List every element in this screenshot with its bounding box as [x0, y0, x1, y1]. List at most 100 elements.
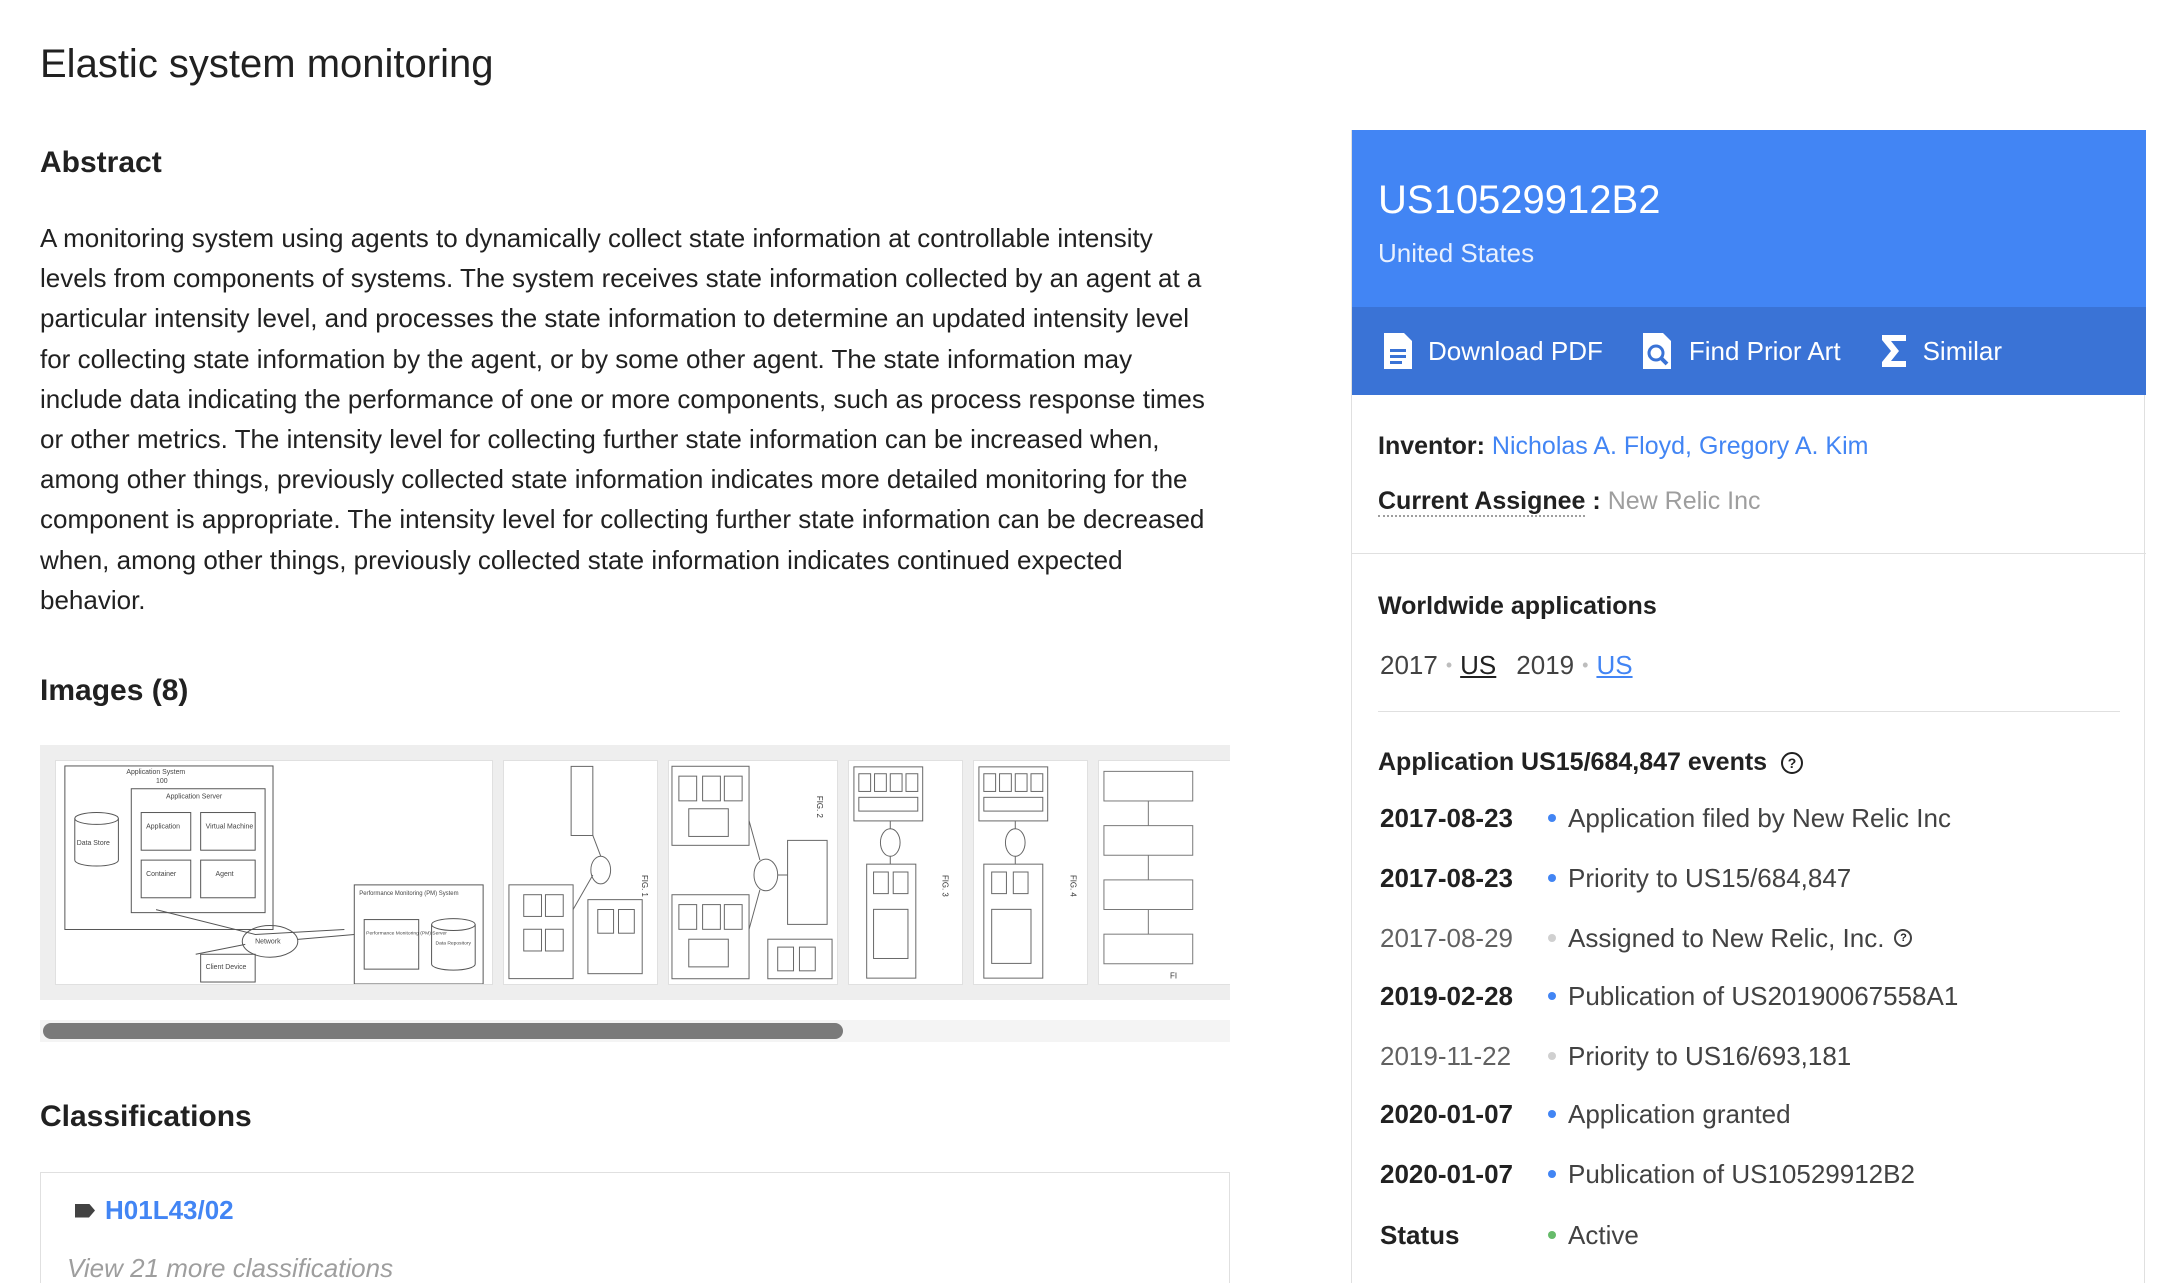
- tag-icon: [75, 1203, 95, 1218]
- images-scrollbar-thumb[interactable]: [43, 1023, 843, 1039]
- images-strip: Application System 100 Application Serve…: [40, 745, 1230, 1000]
- event-date: 2019-11-22: [1380, 1040, 1512, 1071]
- diagram-label: Virtual Machine: [206, 823, 254, 830]
- similar-label: Similar: [1922, 335, 2003, 366]
- assignee-row: Current Assignee : New Relic Inc: [1378, 487, 1761, 517]
- inventor-link[interactable]: Gregory A. Kim: [1699, 432, 1869, 460]
- event-row: 2017-08-29 Assigned to New Relic, Inc. ?: [1380, 918, 1913, 958]
- event-date: 2017-08-29: [1380, 922, 1513, 953]
- classifications-box: H01L43/02 View 21 more classifications: [40, 1172, 1230, 1283]
- event-row: 2020-01-07 Application granted: [1380, 1094, 1791, 1134]
- flowchart-drawing: FI: [1103, 770, 1194, 981]
- event-date: 2020-01-07: [1380, 1098, 1513, 1129]
- diagram-label: Application System: [126, 769, 185, 776]
- worldwide-country-link[interactable]: US: [1596, 650, 1632, 681]
- assignee-value: New Relic Inc: [1607, 487, 1761, 515]
- figure-drawing: FIG. 3: [853, 766, 949, 979]
- diagram-label: Data Store: [77, 840, 110, 847]
- diagram-label: 100: [156, 778, 168, 785]
- diagram-label: Application: [146, 823, 180, 830]
- help-circle-icon[interactable]: ?: [1781, 752, 1804, 775]
- event-row: 2019-02-28 Publication of US20190067558A…: [1380, 976, 1958, 1016]
- event-row: 2017-08-23 Application filed by New Reli…: [1380, 798, 1951, 838]
- download-pdf-label: Download PDF: [1428, 335, 1603, 366]
- event-text: Priority to US15/684,847: [1568, 862, 1852, 893]
- block-diagram-drawing: Application System 100 Application Serve…: [64, 765, 484, 984]
- event-bullet: [1548, 1170, 1556, 1178]
- magnifier-document-icon: [1642, 333, 1671, 369]
- status-value: Active: [1568, 1219, 1639, 1250]
- worldwide-dot: •: [1445, 655, 1453, 675]
- event-bullet: [1548, 874, 1556, 882]
- diagram-label: Client Device: [206, 964, 247, 971]
- event-date: 2017-08-23: [1380, 802, 1513, 833]
- patent-image-thumbnail-6[interactable]: FI: [1098, 760, 1230, 985]
- classification-item: H01L43/02: [75, 1195, 234, 1226]
- patent-image-thumbnail-3[interactable]: FIG. 2: [668, 760, 838, 985]
- similar-button[interactable]: Similar: [1879, 332, 2002, 370]
- inventor-link[interactable]: Nicholas A. Floyd: [1492, 432, 1685, 460]
- figure-drawing: FIG. 1: [508, 765, 649, 980]
- diagram-label: Network: [255, 938, 281, 945]
- divider: [1352, 553, 2146, 554]
- figure-drawing: FIG. 4: [978, 766, 1077, 979]
- view-more-classifications-link[interactable]: View 21 more classifications: [67, 1253, 393, 1283]
- diagram-label: Performance Monitoring (PM) Server: [366, 930, 447, 936]
- patent-side-panel: US10529912B2 United States Download PDF …: [1351, 130, 2146, 1283]
- worldwide-applications-row: 2017 • US 2019 • US: [1380, 650, 1633, 681]
- event-date: 2017-08-23: [1380, 862, 1513, 893]
- figure-label: FIG. 3: [940, 875, 949, 897]
- event-text: Application granted: [1568, 1098, 1791, 1129]
- assignee-colon: :: [1592, 487, 1601, 515]
- patent-image-thumbnail-5[interactable]: FIG. 4: [973, 760, 1088, 985]
- assignee-label: Current Assignee: [1378, 487, 1586, 517]
- help-circle-icon[interactable]: ?: [1894, 929, 1913, 947]
- sigma-icon: [1881, 335, 1906, 367]
- images-heading: Images (8): [40, 674, 189, 707]
- events-heading: Application US15/684,847 events: [1378, 748, 1768, 776]
- worldwide-dot: •: [1582, 655, 1589, 675]
- status-label: Status: [1380, 1219, 1460, 1250]
- patent-image-thumbnail-1[interactable]: Application System 100 Application Serve…: [55, 760, 493, 985]
- event-bullet: [1548, 992, 1556, 1000]
- event-date: 2020-01-07: [1380, 1158, 1513, 1189]
- inventor-separator: ,: [1685, 432, 1692, 460]
- figure-drawing: FIG. 2: [671, 765, 833, 980]
- patent-action-bar: Download PDF Find Prior Art Similar: [1352, 307, 2146, 395]
- inventor-row: Inventor: Nicholas A. Floyd, Gregory A. …: [1378, 432, 1868, 461]
- event-bullet: [1548, 934, 1556, 942]
- status-row: Status Active: [1380, 1215, 1639, 1255]
- worldwide-country-current: US: [1460, 650, 1497, 680]
- classification-link[interactable]: H01L43/02: [105, 1195, 234, 1226]
- pdf-document-icon: [1384, 333, 1412, 369]
- event-text: Application filed by New Relic Inc: [1568, 802, 1951, 833]
- patent-image-thumbnail-4[interactable]: FIG. 3: [848, 760, 963, 985]
- worldwide-heading: Worldwide applications: [1378, 592, 1657, 620]
- status-bullet: [1548, 1231, 1556, 1239]
- download-pdf-button[interactable]: Download PDF: [1382, 331, 1603, 371]
- event-bullet: [1548, 1052, 1556, 1060]
- inventor-label: Inventor:: [1378, 432, 1485, 460]
- diagram-label: Application Server: [166, 794, 223, 801]
- event-bullet: [1548, 1110, 1556, 1118]
- events-heading-row: Application US15/684,847 events?: [1378, 748, 1804, 777]
- abstract-text: A monitoring system using agents to dyna…: [40, 223, 1205, 615]
- diagram-label: Data Repository: [436, 940, 472, 946]
- patent-number: US10529912B2: [1378, 178, 1661, 222]
- images-scrollbar[interactable]: [40, 1020, 1230, 1042]
- figure-label: FIG. 4: [1068, 875, 1077, 897]
- worldwide-year: 2019: [1516, 650, 1575, 680]
- event-text: Publication of US10529912B2: [1568, 1158, 1915, 1189]
- patent-image-thumbnail-2[interactable]: FIG. 1: [503, 760, 658, 985]
- event-text: Priority to US16/693,181: [1568, 1040, 1852, 1071]
- event-date: 2019-02-28: [1380, 980, 1513, 1011]
- diagram-label: Performance Monitoring (PM) System: [359, 891, 458, 897]
- event-row: 2017-08-23 Priority to US15/684,847: [1380, 858, 1851, 898]
- patent-country: United States: [1378, 238, 1535, 268]
- classifications-heading: Classifications: [40, 1100, 252, 1133]
- figure-label: FI: [1170, 972, 1177, 981]
- event-text: Assigned to New Relic, Inc.: [1568, 922, 1885, 953]
- find-prior-art-button[interactable]: Find Prior Art: [1641, 331, 1841, 371]
- patent-header: US10529912B2 United States: [1352, 130, 2146, 307]
- find-prior-art-label: Find Prior Art: [1688, 335, 1841, 366]
